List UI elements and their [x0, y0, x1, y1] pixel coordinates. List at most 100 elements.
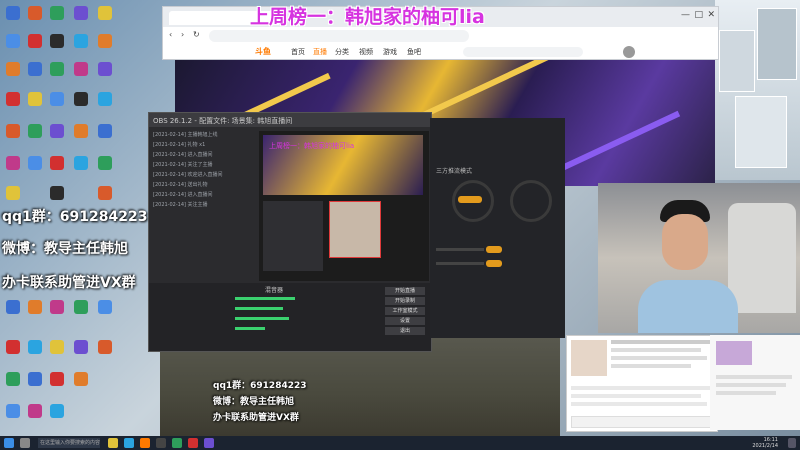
stream-key-field[interactable] [436, 262, 484, 265]
desktop-icon[interactable] [28, 6, 42, 20]
desktop-icon[interactable] [6, 62, 20, 76]
copy-button[interactable] [486, 260, 502, 267]
minimize-icon[interactable]: — [681, 10, 690, 20]
desktop-icon[interactable] [74, 340, 88, 354]
mode-option-ring[interactable] [510, 180, 552, 222]
maximize-icon[interactable]: □ [694, 10, 703, 20]
desktop-icon[interactable] [98, 186, 112, 200]
desktop-icon[interactable] [74, 372, 88, 386]
nav-home[interactable]: 首页 [291, 47, 305, 57]
desktop-icon[interactable] [28, 300, 42, 314]
desktop-icon[interactable] [50, 186, 64, 200]
desktop-icon[interactable] [28, 404, 42, 418]
douyu-icon[interactable] [140, 438, 150, 448]
desktop-icon[interactable] [28, 62, 42, 76]
obs-preview-canvas[interactable]: 上周榜一：韩旭家的柚可lia [259, 131, 429, 281]
studio-mode-button[interactable]: 工作室模式 [385, 307, 425, 315]
desktop-icon[interactable] [98, 340, 112, 354]
desktop-icon[interactable] [74, 300, 88, 314]
app-icon[interactable] [204, 438, 214, 448]
desktop-icon[interactable] [98, 34, 112, 48]
desktop-icon[interactable] [74, 92, 88, 106]
start-streaming-button[interactable]: 开始直播 [385, 287, 425, 295]
desktop-icon[interactable] [6, 156, 20, 170]
desktop-icon[interactable] [74, 124, 88, 138]
desktop-icon[interactable] [6, 372, 20, 386]
contact-overlay-small: 办卡联系助管进VX群 [213, 413, 299, 423]
stream-tool-window: 三方推流模式 [430, 118, 565, 338]
refresh-icon[interactable]: ↻ [193, 30, 200, 39]
anime-poster [719, 30, 755, 92]
chat-log-line: [2021-02-14] 送出礼物 [153, 182, 208, 188]
desktop-icon[interactable] [50, 300, 64, 314]
browser-icon[interactable] [124, 438, 134, 448]
wechat-icon[interactable] [172, 438, 182, 448]
mode-active-pill[interactable] [458, 196, 482, 203]
desktop-icon[interactable] [98, 92, 112, 106]
desktop-icon[interactable] [28, 340, 42, 354]
desktop-icon[interactable] [6, 92, 20, 106]
desktop-icon[interactable] [6, 34, 20, 48]
desktop-icon[interactable] [98, 156, 112, 170]
desktop-icon[interactable] [98, 6, 112, 20]
obs-title-bar: OBS 26.1.2 - 配置文件: 场景集: 韩旭直播间 [149, 113, 431, 127]
desktop-icon[interactable] [74, 34, 88, 48]
taskbar-search-input[interactable]: 在这里输入你要搜索的内容 [38, 438, 100, 448]
desktop-icon[interactable] [50, 124, 64, 138]
chat-line [571, 394, 701, 398]
site-search-input[interactable] [463, 47, 583, 57]
avatar[interactable] [623, 46, 635, 58]
desktop-icon[interactable] [50, 92, 64, 106]
desktop-icon[interactable] [6, 6, 20, 20]
start-recording-button[interactable]: 开始录制 [385, 297, 425, 305]
stream-url-field[interactable] [436, 248, 484, 251]
nav-video[interactable]: 视频 [359, 47, 373, 57]
art-stripe [559, 110, 681, 172]
close-icon[interactable]: ✕ [707, 10, 715, 20]
taskbar-clock[interactable]: 16:11 2021/2/14 [752, 437, 778, 449]
desktop-icon[interactable] [50, 372, 64, 386]
obs-window: OBS 26.1.2 - 配置文件: 场景集: 韩旭直播间 [2021-02-1… [148, 112, 432, 352]
forward-icon[interactable]: › [181, 30, 184, 39]
desktop-icon[interactable] [6, 124, 20, 138]
nav-game[interactable]: 游戏 [383, 47, 397, 57]
notification-icon[interactable] [788, 438, 796, 448]
desktop-icon[interactable] [74, 156, 88, 170]
desktop-icon[interactable] [98, 62, 112, 76]
copy-button[interactable] [486, 246, 502, 253]
desktop-icon[interactable] [28, 372, 42, 386]
desktop-icon[interactable] [50, 62, 64, 76]
desktop-icon[interactable] [28, 124, 42, 138]
nav-category[interactable]: 分类 [335, 47, 349, 57]
desktop-icon[interactable] [50, 34, 64, 48]
desktop-icon[interactable] [98, 300, 112, 314]
desktop-icon[interactable] [6, 186, 20, 200]
desktop-icon[interactable] [28, 34, 42, 48]
windows-start-icon[interactable] [4, 438, 14, 448]
desktop-icon[interactable] [6, 300, 20, 314]
desktop-icon[interactable] [6, 404, 20, 418]
desktop-icon[interactable] [28, 156, 42, 170]
nav-yuba[interactable]: 鱼吧 [407, 47, 421, 57]
desktop-icon[interactable] [74, 6, 88, 20]
desktop-icon[interactable] [50, 404, 64, 418]
settings-button[interactable]: 设置 [385, 317, 425, 325]
desktop-icon[interactable] [98, 124, 112, 138]
file-explorer-icon[interactable] [108, 438, 118, 448]
nav-live[interactable]: 直播 [313, 47, 327, 57]
exit-button[interactable]: 退出 [385, 327, 425, 335]
obs-icon[interactable] [156, 438, 166, 448]
site-logo[interactable]: 斗鱼 [255, 46, 271, 57]
desktop-icon[interactable] [50, 156, 64, 170]
gift-banner [716, 341, 752, 365]
chat-input[interactable] [571, 416, 713, 428]
desktop-icon[interactable] [28, 92, 42, 106]
search-icon[interactable] [20, 438, 30, 448]
desktop-icon[interactable] [6, 340, 20, 354]
app-icon[interactable] [188, 438, 198, 448]
url-input[interactable] [209, 30, 469, 42]
back-icon[interactable]: ‹ [169, 30, 172, 39]
desktop-icon[interactable] [50, 340, 64, 354]
desktop-icon[interactable] [74, 62, 88, 76]
desktop-icon[interactable] [50, 6, 64, 20]
